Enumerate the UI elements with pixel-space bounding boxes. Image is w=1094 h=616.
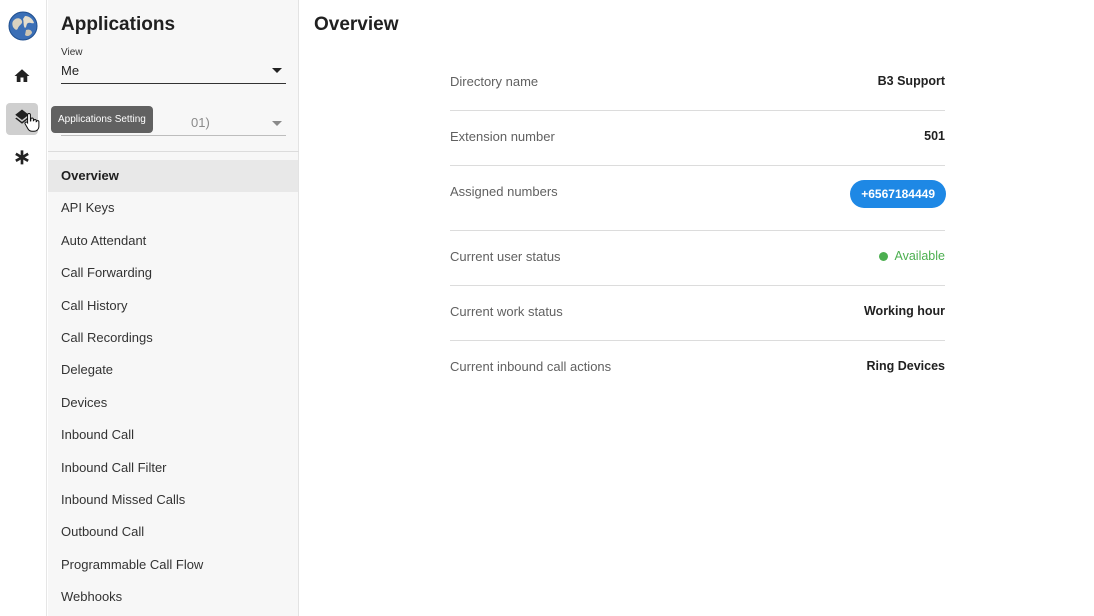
detail-row-directory-name: Directory name B3 Support [450, 56, 945, 111]
globe-logo-icon [8, 11, 38, 41]
view-label: View [61, 47, 83, 58]
view-select[interactable]: Me [61, 61, 286, 84]
directory-name-value: B3 Support [877, 74, 945, 88]
settings-button[interactable] [6, 143, 38, 175]
menu-item-call-recordings[interactable]: Call Recordings [48, 322, 298, 354]
panel-title: Applications [61, 14, 176, 35]
icon-rail [0, 0, 47, 616]
extension-number-value: 501 [924, 129, 945, 143]
divider [48, 151, 299, 152]
menu-item-call-forwarding[interactable]: Call Forwarding [48, 257, 298, 289]
status-badge: Available [879, 249, 945, 263]
applications-menu: Overview API Keys Auto Attendant Call Fo… [48, 160, 298, 613]
home-icon [13, 67, 31, 90]
user-status-value: Available [894, 249, 945, 263]
assigned-numbers-label: Assigned numbers [450, 184, 558, 199]
page-title: Overview [314, 14, 399, 35]
menu-item-call-history[interactable]: Call History [48, 290, 298, 322]
home-button[interactable] [6, 62, 38, 94]
asterisk-icon [14, 149, 30, 170]
menu-item-programmable-call-flow[interactable]: Programmable Call Flow [48, 549, 298, 581]
assigned-number-chip[interactable]: +6567184449 [850, 180, 946, 208]
chevron-down-icon [272, 121, 282, 126]
applications-button[interactable] [6, 103, 38, 135]
menu-item-inbound-call[interactable]: Inbound Call [48, 419, 298, 451]
menu-item-delegate[interactable]: Delegate [48, 354, 298, 386]
user-select-text: 01) [191, 115, 210, 130]
menu-item-inbound-missed-calls[interactable]: Inbound Missed Calls [48, 484, 298, 516]
inbound-actions-value: Ring Devices [866, 359, 945, 373]
directory-name-label: Directory name [450, 74, 539, 89]
detail-row-assigned-numbers: Assigned numbers +6567184449 [450, 166, 946, 231]
menu-item-auto-attendant[interactable]: Auto Attendant [48, 225, 298, 257]
layers-icon [13, 108, 31, 131]
user-status-label: Current user status [450, 249, 561, 264]
view-select-value: Me [61, 63, 80, 78]
overview-details: Directory name B3 Support Extension numb… [450, 56, 946, 396]
menu-item-overview[interactable]: Overview [48, 160, 298, 193]
inbound-actions-label: Current inbound call actions [450, 359, 612, 374]
applications-panel: Applications View Me 01) Overview API Ke… [48, 0, 299, 616]
extension-number-label: Extension number [450, 129, 555, 144]
menu-item-outbound-call[interactable]: Outbound Call [48, 516, 298, 548]
detail-row-extension-number: Extension number 501 [450, 111, 945, 166]
applications-setting-tooltip: Applications Setting [51, 106, 153, 133]
detail-row-user-status: Current user status Available [450, 231, 945, 286]
work-status-label: Current work status [450, 304, 563, 319]
status-dot-icon [879, 251, 889, 261]
menu-item-webhooks[interactable]: Webhooks [48, 581, 298, 613]
menu-item-inbound-call-filter[interactable]: Inbound Call Filter [48, 452, 298, 484]
chevron-down-icon [272, 68, 282, 73]
menu-item-devices[interactable]: Devices [48, 387, 298, 419]
menu-item-api-keys[interactable]: API Keys [48, 192, 298, 224]
work-status-value: Working hour [863, 304, 945, 318]
detail-row-inbound-actions: Current inbound call actions Ring Device… [450, 341, 945, 396]
detail-row-work-status: Current work status Working hour [450, 286, 945, 341]
